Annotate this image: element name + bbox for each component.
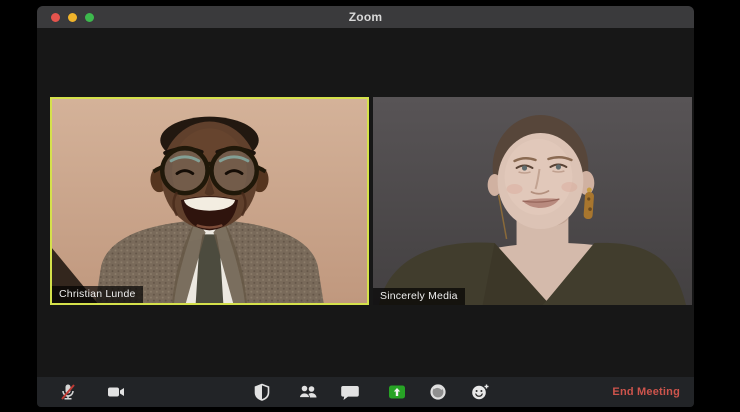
screen: Zoom Christian Lunde Sincerely Media End… bbox=[0, 0, 740, 412]
security-button[interactable] bbox=[248, 378, 276, 406]
microphone-muted-icon bbox=[61, 384, 75, 400]
participants-button[interactable] bbox=[294, 378, 322, 406]
video-camera-icon bbox=[108, 387, 124, 397]
participant-video-sincerely-media bbox=[373, 97, 692, 305]
chat-bubble-icon bbox=[341, 386, 359, 400]
traffic-lights bbox=[51, 6, 94, 28]
close-window-button[interactable] bbox=[51, 12, 60, 22]
video-tile-christian-lunde[interactable]: Christian Lunde bbox=[50, 97, 369, 305]
minimize-window-button[interactable] bbox=[68, 12, 77, 22]
titlebar: Zoom bbox=[37, 6, 694, 28]
meeting-toolbar: End Meeting bbox=[37, 377, 694, 407]
fullscreen-window-button[interactable] bbox=[85, 12, 94, 22]
record-icon bbox=[430, 384, 446, 400]
participant-name-label: Christian Lunde bbox=[52, 285, 143, 303]
share-screen-button[interactable] bbox=[383, 378, 411, 406]
share-screen-icon bbox=[389, 385, 405, 399]
end-meeting-button[interactable]: End Meeting bbox=[606, 377, 686, 407]
reactions-icon bbox=[472, 384, 489, 400]
record-button[interactable] bbox=[424, 378, 452, 406]
participant-name-label: Sincerely Media bbox=[373, 287, 465, 305]
mute-button[interactable] bbox=[54, 378, 82, 406]
security-shield-icon bbox=[254, 383, 270, 401]
zoom-window: Zoom Christian Lunde Sincerely Media End… bbox=[37, 6, 694, 407]
chat-button[interactable] bbox=[336, 378, 364, 406]
reactions-button[interactable] bbox=[466, 378, 494, 406]
video-button[interactable] bbox=[102, 378, 130, 406]
participants-icon bbox=[299, 385, 317, 398]
window-title: Zoom bbox=[348, 10, 383, 24]
participant-video-christian-lunde bbox=[52, 99, 367, 303]
video-tile-sincerely-media[interactable]: Sincerely Media bbox=[373, 97, 692, 305]
